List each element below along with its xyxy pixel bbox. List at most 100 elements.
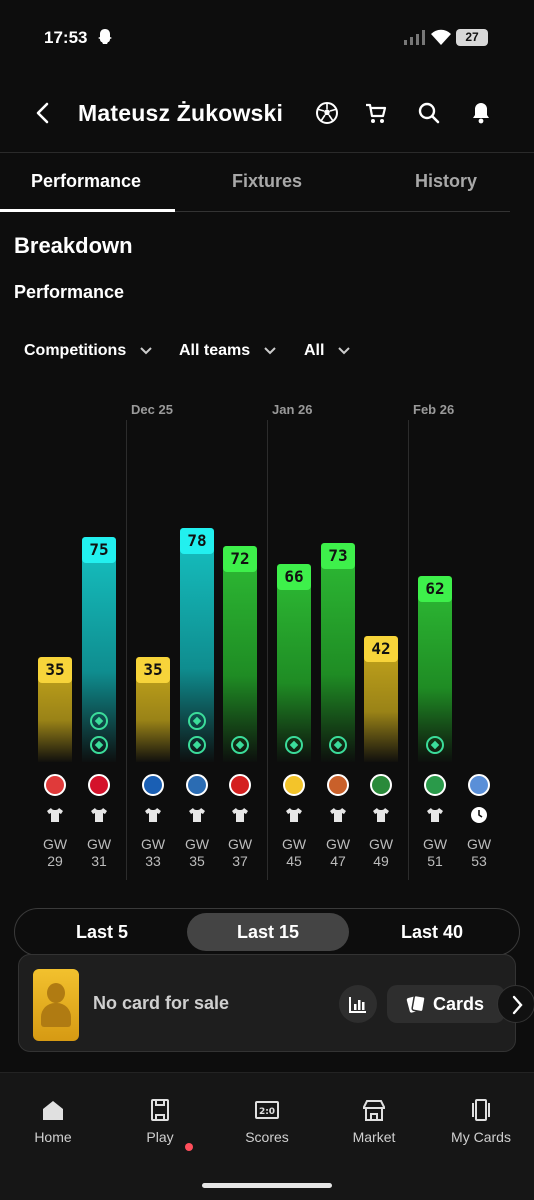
range-last-5[interactable]: Last 5 (21, 909, 183, 955)
all-label: All (304, 342, 325, 359)
chevron-down-icon (263, 347, 276, 355)
score-label: 75 (82, 537, 116, 563)
opponent-crest-icon (424, 774, 446, 796)
app-header: Mateusz Żukowski (0, 88, 534, 140)
jersey-icon (286, 808, 302, 822)
play-icon (151, 1099, 169, 1121)
goal-event-icon (188, 712, 206, 730)
jersey-icon (427, 808, 443, 822)
goal-event-icon (285, 736, 303, 754)
gameweek-label: GW 51 (415, 836, 455, 870)
opponent-crest-icon (142, 774, 164, 796)
all-dropdown[interactable]: All (304, 342, 351, 360)
gameweek-number: 37 (232, 853, 248, 869)
teams-dropdown[interactable]: All teams (179, 342, 277, 360)
month-divider (408, 420, 409, 880)
nav-label: Home (34, 1129, 72, 1145)
gameweek-number: 31 (91, 853, 107, 869)
section-title: Breakdown (14, 233, 133, 258)
scores-icon: 2:0 (255, 1101, 279, 1119)
gameweek-prefix: GW (42, 836, 68, 852)
chart-bar[interactable] (418, 576, 452, 762)
gameweek-label: GW 45 (274, 836, 314, 870)
gameweek-number: 29 (47, 853, 63, 869)
gameweek-prefix: GW (368, 836, 394, 852)
sale-panel: No card for sale Cards (18, 954, 534, 1052)
nav-market[interactable]: Market (329, 1097, 419, 1145)
price-chart-button[interactable] (339, 985, 377, 1023)
gameweek-label: GW 53 (459, 836, 499, 870)
section-subtitle: Performance (14, 282, 125, 302)
gameweek-number: 51 (427, 853, 443, 869)
month-divider (267, 420, 268, 880)
chart-bar[interactable] (223, 546, 257, 762)
score-label: 73 (321, 543, 355, 569)
competitions-label: Competitions (24, 342, 127, 359)
opponent-crest-icon (283, 774, 305, 796)
cards-icon (406, 994, 426, 1013)
nav-scores[interactable]: 2:0 Scores (222, 1097, 312, 1145)
goal-event-icon (188, 736, 206, 754)
gameweek-label: GW 37 (220, 836, 260, 870)
goal-event-icon (90, 712, 108, 730)
bar-chart-icon (349, 997, 366, 1013)
gameweek-number: 49 (373, 853, 389, 869)
gameweek-number: 45 (286, 853, 302, 869)
player-name: Mateusz Żukowski (78, 100, 284, 126)
card-placeholder-image (33, 969, 79, 1041)
tab-fixtures[interactable]: Fixtures (232, 171, 302, 192)
signal-icon (404, 30, 425, 45)
gameweek-label: GW 31 (79, 836, 119, 870)
nav-play[interactable]: Play (115, 1097, 205, 1151)
next-button[interactable] (497, 985, 534, 1023)
tab-performance[interactable]: Performance (31, 171, 141, 192)
gameweek-label: GW 49 (361, 836, 401, 870)
teams-label: All teams (179, 342, 251, 359)
score-label: 78 (180, 528, 214, 554)
opponent-crest-icon (229, 774, 251, 796)
nav-label: Play (146, 1129, 174, 1145)
nav-my-cards[interactable]: My Cards (436, 1097, 526, 1145)
notification-dot (185, 1143, 193, 1151)
home-indicator (202, 1183, 332, 1188)
snapchat-icon (98, 29, 112, 44)
cart-icon[interactable] (363, 100, 389, 126)
range-last-40[interactable]: Last 40 (351, 909, 513, 955)
range-last-15[interactable]: Last 15 (187, 913, 349, 951)
notification-bell-icon[interactable] (468, 100, 494, 126)
status-bar: 17:53 27 (0, 0, 534, 76)
cards-button[interactable]: Cards (387, 985, 505, 1023)
gameweek-label: GW 35 (177, 836, 217, 870)
month-divider (126, 420, 127, 880)
clock-icon (471, 807, 487, 823)
home-icon (43, 1101, 63, 1120)
chart-bar[interactable] (321, 543, 355, 762)
score-label: 66 (277, 564, 311, 590)
chevron-right-icon (512, 995, 523, 1015)
chevron-down-icon (338, 347, 350, 355)
nav-home[interactable]: Home (8, 1097, 98, 1145)
competitions-dropdown[interactable]: Competitions (24, 342, 153, 360)
opponent-crest-icon (88, 774, 110, 796)
goal-event-icon (90, 736, 108, 754)
chevron-down-icon (139, 347, 152, 355)
jersey-icon (232, 808, 248, 822)
my-cards-icon (472, 1099, 490, 1121)
score-label: 35 (136, 657, 170, 683)
jersey-icon (330, 808, 346, 822)
search-icon[interactable] (416, 100, 442, 126)
nav-label: Scores (245, 1129, 289, 1145)
jersey-icon (145, 808, 161, 822)
month-label: Feb 26 (413, 402, 455, 417)
gameweek-prefix: GW (325, 836, 351, 852)
wifi-icon (431, 29, 451, 45)
battery-indicator: 27 (456, 29, 488, 46)
score-label: 72 (223, 546, 257, 572)
opponent-crest-icon (370, 774, 392, 796)
ball-icon[interactable] (314, 100, 340, 126)
gameweek-number: 53 (471, 853, 487, 869)
back-arrow-icon[interactable] (30, 100, 56, 126)
chart-bar[interactable] (277, 564, 311, 762)
gameweek-prefix: GW (86, 836, 112, 852)
tab-history[interactable]: History (415, 171, 477, 192)
